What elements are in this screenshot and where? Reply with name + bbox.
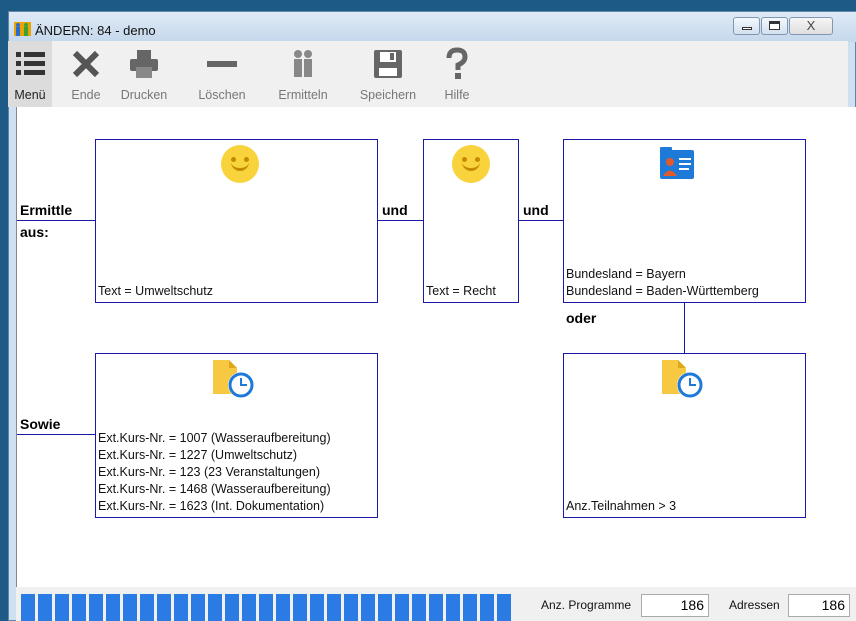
- und-operator: und: [382, 202, 408, 218]
- criteria-text-block: Bundesland = Bayern Bundesland = Baden-W…: [566, 266, 759, 300]
- speichern-label: Speichern: [359, 88, 417, 102]
- close-x-icon: [72, 50, 100, 78]
- progress-segment: [72, 594, 86, 621]
- progress-segment: [378, 594, 392, 621]
- connector-line: [519, 220, 564, 221]
- title-bar: ÄNDERN: 84 - demo X: [9, 12, 856, 42]
- save-icon: [374, 50, 402, 78]
- minus-icon: [207, 61, 237, 67]
- people-app-icon: [14, 22, 31, 36]
- criteria-line: Ext.Kurs-Nr. = 1007 (Wasseraufbereitung): [98, 431, 331, 445]
- progress-segment: [157, 594, 171, 621]
- progress-bar: [21, 594, 521, 621]
- progress-segment: [395, 594, 409, 621]
- criteria-text: Text = Umweltschutz: [98, 284, 213, 298]
- oder-operator: oder: [566, 310, 597, 326]
- ermitteln-label: Ermitteln: [278, 88, 328, 102]
- criteria-line: Ext.Kurs-Nr. = 123 (23 Veranstaltungen): [98, 465, 320, 479]
- und-operator: und: [523, 202, 549, 218]
- criteria-line: Ext.Kurs-Nr. = 1227 (Umweltschutz): [98, 448, 298, 462]
- progress-segment: [276, 594, 290, 621]
- drucken-button[interactable]: Drucken: [115, 41, 173, 107]
- progress-segment: [412, 594, 426, 621]
- progress-segment: [463, 594, 477, 621]
- menu-button[interactable]: Menü: [8, 41, 52, 107]
- loeschen-button[interactable]: Löschen: [190, 41, 254, 107]
- criteria-text-block: Ext.Kurs-Nr. = 1007 (Wasseraufbereitung)…: [98, 430, 331, 515]
- query-diagram-canvas: Text = Umweltschutz Text = Recht Bundesl…: [16, 107, 856, 587]
- progress-segment: [429, 594, 443, 621]
- progress-segment: [242, 594, 256, 621]
- progress-segment: [21, 594, 35, 621]
- adressen-label: Adressen: [729, 598, 780, 612]
- speichern-button[interactable]: Speichern: [353, 41, 423, 107]
- progress-segment: [225, 594, 239, 621]
- hilfe-label: Hilfe: [444, 88, 470, 102]
- progress-segment: [191, 594, 205, 621]
- ermittle-label: Ermittle: [20, 202, 73, 218]
- aus-label: aus:: [20, 224, 49, 240]
- criteria-box-text-umweltschutz[interactable]: Text = Umweltschutz: [95, 139, 378, 303]
- progress-segment: [259, 594, 273, 621]
- window-title: ÄNDERN: 84 - demo: [35, 23, 156, 38]
- progress-segment: [293, 594, 307, 621]
- ermitteln-button[interactable]: Ermitteln: [268, 41, 338, 107]
- connector-line: [684, 303, 685, 353]
- status-bar: Anz. Programme 186 Adressen 186: [16, 587, 856, 621]
- progress-segment: [344, 594, 358, 621]
- criteria-line: Bundesland = Bayern: [566, 267, 686, 281]
- progress-segment: [208, 594, 222, 621]
- sowie-label: Sowie: [20, 416, 61, 432]
- smiley-icon: [452, 145, 490, 183]
- progress-segment: [38, 594, 52, 621]
- ende-label: Ende: [71, 88, 101, 102]
- drucken-label: Drucken: [120, 88, 168, 102]
- criteria-text: Text = Recht: [426, 284, 496, 298]
- criteria-line: Bundesland = Baden-Württemberg: [566, 284, 759, 298]
- progress-segment: [361, 594, 375, 621]
- document-clock-icon: [662, 360, 703, 398]
- progress-segment: [89, 594, 103, 621]
- loeschen-label: Löschen: [198, 88, 246, 102]
- ende-button[interactable]: Ende: [66, 41, 106, 107]
- progress-segment: [497, 594, 511, 621]
- programme-count: 186: [641, 594, 709, 617]
- minimize-button[interactable]: [733, 17, 760, 35]
- close-button[interactable]: X: [789, 17, 833, 35]
- progress-segment: [106, 594, 120, 621]
- connector-line: [378, 220, 424, 221]
- menu-label: Menü: [14, 88, 46, 102]
- toolbar: Menü Ende Drucken Löschen Ermitteln Spei…: [8, 41, 848, 107]
- criteria-box-bundesland[interactable]: Bundesland = Bayern Bundesland = Baden-W…: [563, 139, 806, 303]
- printer-icon: [130, 50, 158, 78]
- progress-segment: [55, 594, 69, 621]
- progress-segment: [310, 594, 324, 621]
- progress-segment: [140, 594, 154, 621]
- maximize-button[interactable]: [761, 17, 788, 35]
- connector-line: [16, 434, 96, 435]
- people-icon: [294, 50, 312, 77]
- progress-segment: [480, 594, 494, 621]
- progress-segment: [327, 594, 341, 621]
- criteria-box-kurs-nr[interactable]: Ext.Kurs-Nr. = 1007 (Wasseraufbereitung)…: [95, 353, 378, 518]
- progress-segment: [174, 594, 188, 621]
- criteria-box-teilnahmen[interactable]: Anz.Teilnahmen > 3: [563, 353, 806, 518]
- adressen-count: 186: [788, 594, 850, 617]
- menu-icon: [16, 52, 45, 75]
- progress-segment: [446, 594, 460, 621]
- help-icon: [446, 47, 468, 79]
- progress-segment: [123, 594, 137, 621]
- contact-card-icon: [660, 147, 694, 179]
- criteria-line: Ext.Kurs-Nr. = 1468 (Wasseraufbereitung): [98, 482, 331, 496]
- criteria-line: Ext.Kurs-Nr. = 1623 (Int. Dokumentation): [98, 499, 325, 513]
- document-clock-icon: [213, 360, 254, 398]
- criteria-box-text-recht[interactable]: Text = Recht: [423, 139, 519, 303]
- criteria-text: Anz.Teilnahmen > 3: [566, 499, 677, 513]
- connector-line: [16, 220, 96, 221]
- left-border: [16, 107, 17, 621]
- programme-label: Anz. Programme: [541, 598, 632, 612]
- close-icon: X: [806, 18, 816, 33]
- hilfe-button[interactable]: Hilfe: [435, 41, 479, 107]
- smiley-icon: [221, 145, 259, 183]
